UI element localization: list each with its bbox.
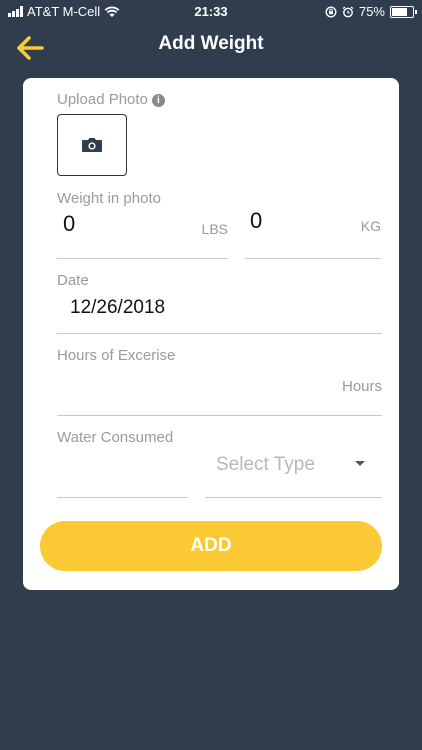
battery-icon — [390, 5, 417, 18]
water-amount-underline — [57, 497, 188, 498]
water-label: Water Consumed — [57, 429, 174, 446]
hours-underline — [57, 415, 382, 416]
water-type-select[interactable]: Select Type — [205, 448, 382, 498]
date-input[interactable]: 12/26/2018 — [57, 290, 382, 334]
camera-icon — [82, 138, 102, 152]
weight-kg-underline — [245, 258, 381, 259]
upload-photo-text: Upload Photo — [57, 91, 148, 108]
weight-lbs-value: 0 — [63, 211, 76, 236]
battery-percent: 75% — [358, 4, 385, 19]
hours-unit: Hours — [341, 378, 382, 395]
caret-down-icon — [355, 461, 365, 466]
status-bar: AT&T M-Cell 21:33 75% — [0, 0, 422, 22]
info-icon[interactable]: i — [151, 94, 165, 107]
date-underline — [57, 333, 382, 334]
water-type-placeholder: Select Type — [216, 454, 315, 475]
add-weight-form: Upload Photo i Weight in photo 0 LBS 0 KG… — [23, 78, 399, 590]
weight-kg-value: 0 — [250, 208, 263, 233]
date-label: Date — [57, 272, 89, 289]
upload-photo-button[interactable] — [57, 114, 127, 176]
lbs-unit: LBS — [201, 221, 228, 237]
alarm-icon — [342, 5, 354, 17]
weight-lbs-input[interactable]: 0 LBS — [57, 204, 228, 259]
add-button[interactable]: ADD — [40, 521, 382, 571]
hours-label: Hours of Excerise — [57, 347, 176, 364]
status-right: 75% — [325, 4, 417, 19]
rotation-lock-icon — [325, 5, 337, 18]
date-value: 12/26/2018 — [70, 297, 166, 318]
hours-input[interactable]: Hours — [57, 368, 382, 416]
kg-unit: KG — [360, 218, 381, 234]
water-amount-input[interactable] — [57, 448, 188, 498]
page-title: Add Weight — [158, 33, 264, 54]
water-type-underline — [205, 497, 382, 498]
weight-lbs-underline — [57, 258, 228, 259]
upload-photo-label: Upload Photo i — [57, 91, 165, 108]
weight-kg-input[interactable]: 0 KG — [245, 204, 381, 259]
